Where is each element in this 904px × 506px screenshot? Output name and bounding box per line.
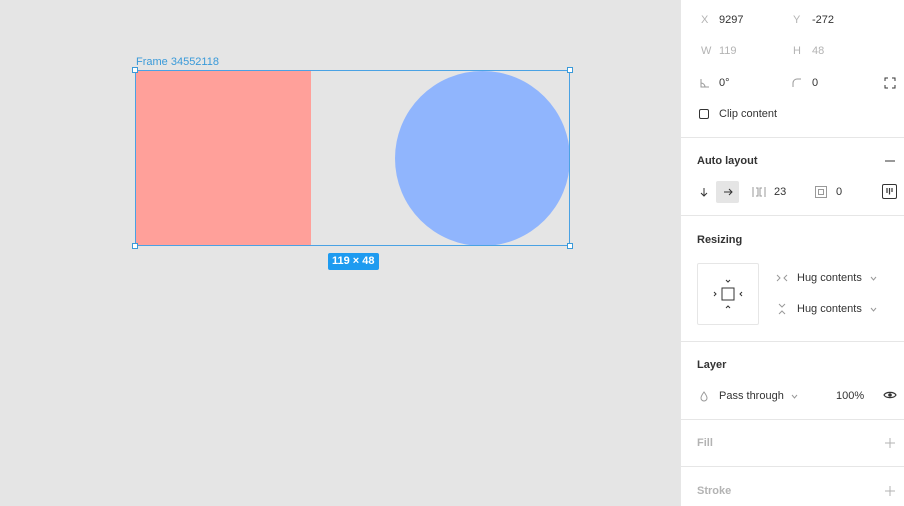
w-input[interactable]: 119: [719, 45, 737, 57]
divider: [681, 215, 904, 216]
independent-corners-icon[interactable]: [883, 76, 897, 90]
hug-horizontal-icon: [776, 273, 788, 283]
h-label: H: [793, 45, 801, 57]
auto-layout-title: Auto layout: [697, 155, 758, 167]
spacing-between-icon: [752, 186, 766, 198]
h-input[interactable]: 48: [812, 45, 824, 57]
padding-icon: [814, 185, 827, 198]
divider: [681, 341, 904, 342]
resize-handle-bottom-left[interactable]: [132, 243, 138, 249]
chevron-down-icon[interactable]: [869, 305, 877, 313]
blend-mode-dropdown[interactable]: Pass through: [719, 390, 784, 402]
size-badge: 119 × 48: [328, 253, 379, 270]
chevron-down-icon[interactable]: [869, 274, 877, 282]
spacing-input[interactable]: 23: [774, 186, 786, 198]
add-stroke-plus-icon[interactable]: [883, 484, 897, 498]
clip-content-checkbox[interactable]: [699, 109, 709, 119]
divider: [681, 466, 904, 467]
vertical-direction-icon[interactable]: [698, 186, 710, 198]
corner-radius-input[interactable]: 0: [812, 77, 818, 89]
resize-handle-top-right[interactable]: [567, 67, 573, 73]
clip-content-label: Clip content: [719, 108, 778, 120]
design-canvas[interactable]: Frame 34552118 119 × 48: [0, 0, 680, 506]
fill-title: Fill: [697, 437, 713, 449]
remove-auto-layout-icon[interactable]: [883, 154, 897, 168]
resize-handle-top-left[interactable]: [132, 67, 138, 73]
y-label: Y: [793, 14, 801, 26]
x-label: X: [701, 14, 709, 26]
arrow-right-icon: [723, 187, 733, 197]
padding-input[interactable]: 0: [836, 186, 842, 198]
layer-title: Layer: [697, 359, 727, 371]
frame-name-label[interactable]: Frame 34552118: [136, 56, 219, 68]
resize-handle-bottom-right[interactable]: [567, 243, 573, 249]
vertical-resizing-dropdown[interactable]: Hug contents: [797, 303, 862, 315]
horizontal-direction-button[interactable]: [716, 181, 739, 203]
horizontal-resizing-dropdown[interactable]: Hug contents: [797, 272, 862, 284]
x-input[interactable]: 9297: [719, 14, 743, 26]
resizing-diagram[interactable]: [697, 263, 759, 325]
rotation-input[interactable]: 0°: [719, 77, 730, 89]
hug-vertical-icon: [777, 303, 787, 315]
eye-icon[interactable]: [882, 389, 897, 401]
resizing-title: Resizing: [697, 234, 743, 246]
divider: [681, 419, 904, 420]
blend-mode-droplet-icon: [699, 390, 709, 402]
rotation-icon: [699, 77, 711, 89]
alignment-icon[interactable]: [882, 184, 897, 199]
corner-radius-icon: [791, 77, 803, 89]
divider: [681, 137, 904, 138]
stroke-title: Stroke: [697, 485, 732, 497]
opacity-input[interactable]: 100%: [836, 390, 864, 402]
properties-panel: X 9297 Y -272 W 119 H 48 0° 0 Clip conte…: [680, 0, 904, 506]
add-fill-plus-icon[interactable]: [883, 436, 897, 450]
w-label: W: [701, 45, 712, 57]
selection-border: [135, 70, 570, 246]
y-input[interactable]: -272: [812, 14, 834, 26]
chevron-down-icon[interactable]: [790, 392, 798, 400]
